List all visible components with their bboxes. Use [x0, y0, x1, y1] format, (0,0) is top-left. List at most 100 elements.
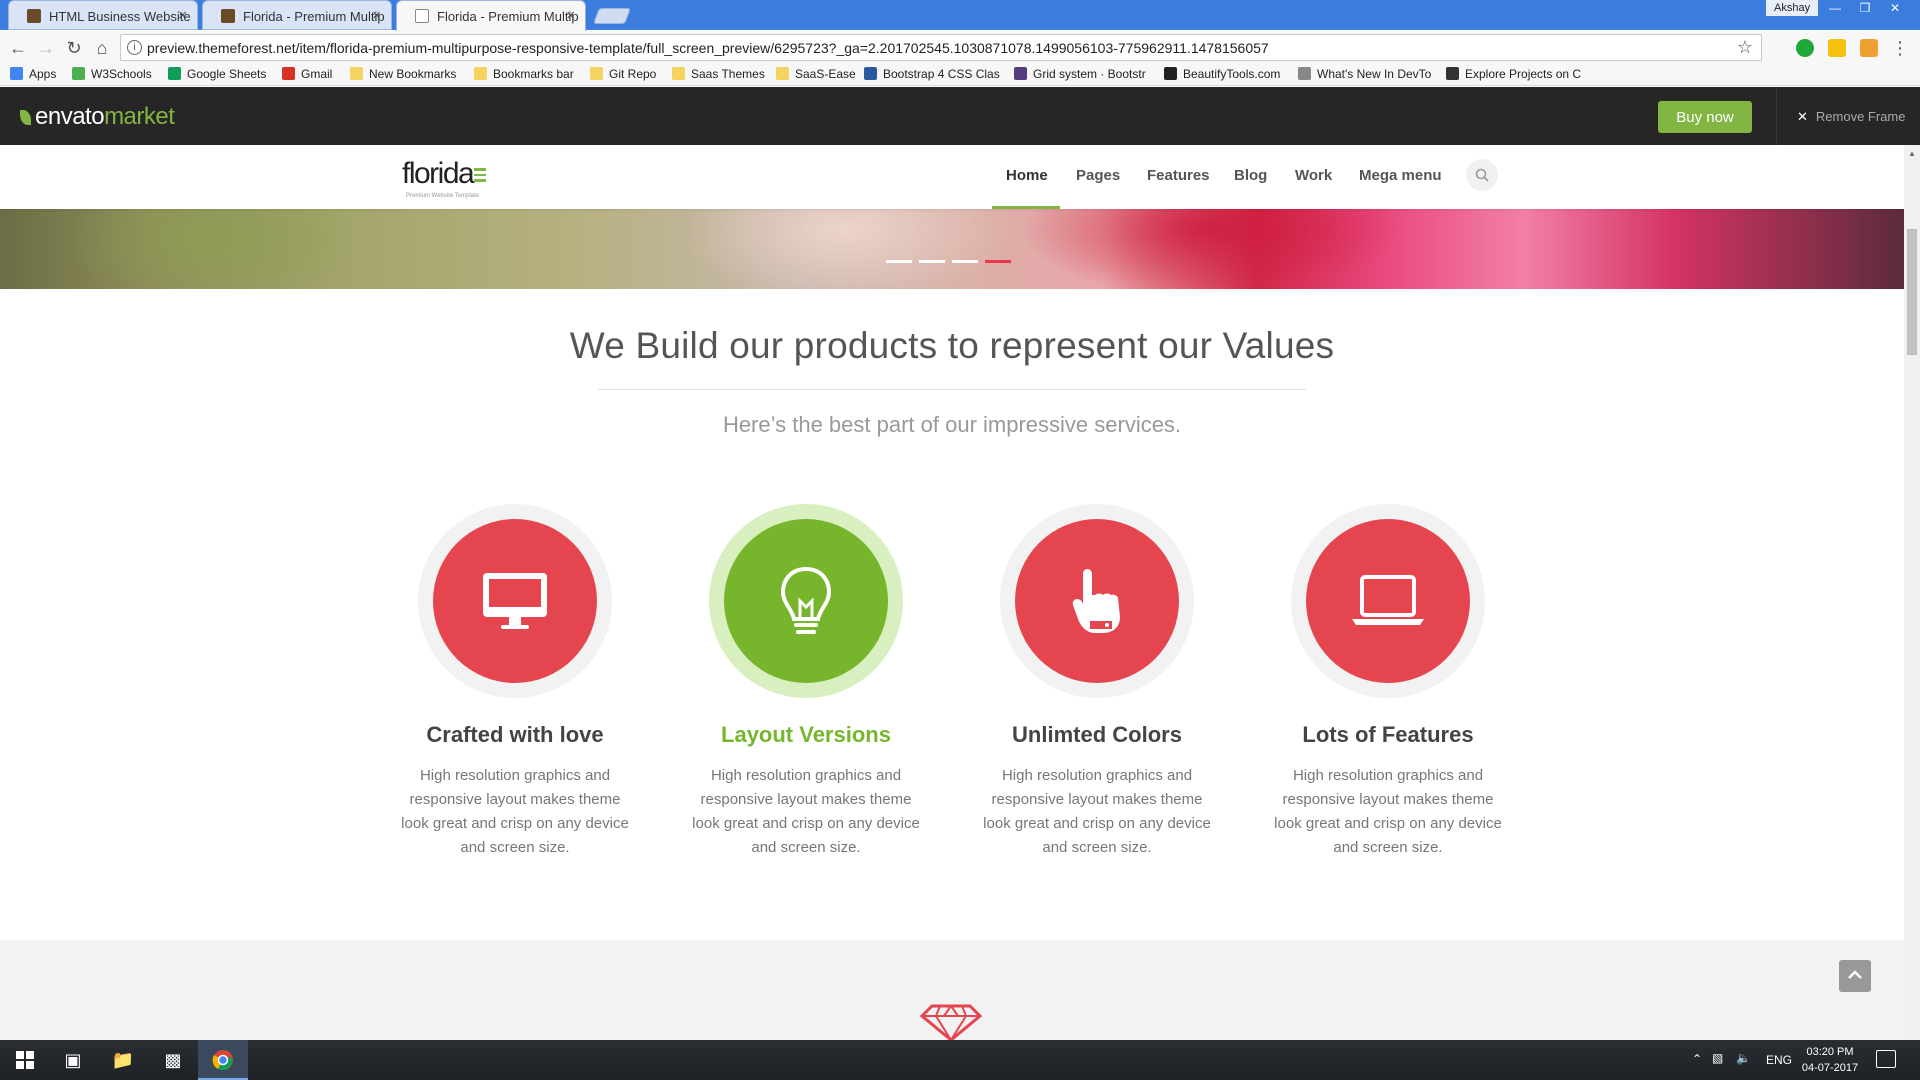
tab-close-icon[interactable]: × — [372, 7, 381, 24]
bookmark-git-repo[interactable]: Git Repo — [590, 67, 656, 81]
terminal-icon[interactable]: ▩ — [148, 1040, 198, 1080]
feature-icon-circle[interactable] — [1015, 519, 1179, 683]
file-explorer-icon[interactable]: 📁 — [98, 1040, 148, 1080]
new-tab-button[interactable] — [593, 8, 631, 24]
bookmarks-bar: Apps W3Schools Google Sheets Gmail New B… — [0, 64, 1920, 86]
bookmark-devtools[interactable]: What's New In DevTo — [1298, 67, 1431, 81]
devtools-icon — [1298, 67, 1311, 80]
language-indicator[interactable]: ENG — [1766, 1053, 1792, 1067]
window-close-icon[interactable]: ✕ — [1880, 0, 1910, 16]
bookmark-saas-ease[interactable]: SaaS-Ease — [776, 67, 856, 81]
feature-icon-circle[interactable] — [724, 519, 888, 683]
laptop-icon — [1352, 575, 1424, 625]
hero-image-blur — [680, 209, 1010, 289]
bookmark-label: Gmail — [301, 67, 333, 81]
tab-close-icon[interactable]: × — [178, 7, 187, 24]
chrome-taskbar-icon[interactable] — [198, 1040, 248, 1080]
bookmark-star-icon[interactable]: ☆ — [1737, 37, 1753, 58]
folder-icon — [590, 67, 603, 80]
notification-center-icon[interactable] — [1876, 1050, 1896, 1068]
folder-icon — [350, 67, 363, 80]
bookmark-beautifytools[interactable]: BeautifyTools.com — [1164, 67, 1280, 81]
tab-close-icon[interactable]: × — [566, 7, 575, 24]
bookmark-apps[interactable]: Apps — [10, 67, 56, 81]
tab-label: HTML Business Website — [49, 9, 191, 24]
tray-expand-icon[interactable]: ⌃ — [1692, 1052, 1702, 1066]
page-viewport: florida Premium Website Template Home Pa… — [0, 145, 1904, 1040]
bookmark-codepen[interactable]: Explore Projects on C — [1446, 67, 1581, 81]
slider-dot-active[interactable] — [985, 260, 1011, 263]
feature-icon-circle[interactable] — [1306, 519, 1470, 683]
reload-icon[interactable]: ↻ — [62, 36, 86, 60]
feature-icon-circle[interactable] — [433, 519, 597, 683]
bookmark-w3schools[interactable]: W3Schools — [72, 67, 152, 81]
bookmark-saas-themes[interactable]: Saas Themes — [672, 67, 765, 81]
search-button[interactable] — [1466, 159, 1498, 191]
bookmark-label: BeautifyTools.com — [1183, 67, 1281, 81]
hero-slider[interactable] — [0, 209, 1904, 289]
task-view-icon[interactable]: ▣ — [48, 1040, 98, 1080]
slider-dot[interactable] — [919, 260, 945, 263]
restore-icon[interactable]: ❐ — [1850, 0, 1880, 16]
feature-text: High resolution graphics and responsive … — [692, 767, 920, 856]
minimize-icon[interactable]: — — [1820, 0, 1850, 16]
extension-hammer-icon[interactable] — [1860, 39, 1878, 57]
bookmark-label: Saas Themes — [691, 67, 765, 81]
taskbar-clock[interactable]: 03:20 PM 04-07-2017 — [1800, 1044, 1860, 1076]
bookmark-label: Bootstrap 4 CSS Clas — [883, 67, 1000, 81]
codepen-icon — [1446, 67, 1459, 80]
nav-pages[interactable]: Pages — [1076, 167, 1120, 184]
extension-star-icon[interactable] — [1828, 39, 1846, 57]
remove-frame-button[interactable]: ✕ Remove Frame — [1776, 87, 1905, 145]
envato-preview-bar: envatomarket Buy now ✕ Remove Frame — [0, 87, 1920, 145]
bookmark-gmail[interactable]: Gmail — [282, 67, 332, 81]
nav-mega-menu[interactable]: Mega menu — [1359, 167, 1442, 184]
nav-home[interactable]: Home — [1006, 167, 1048, 184]
gmail-icon — [282, 67, 295, 80]
profile-button[interactable]: Akshay — [1766, 0, 1819, 16]
hero-image-blur — [1020, 209, 1400, 289]
envato-logo[interactable]: envatomarket — [20, 103, 175, 131]
folder-icon — [474, 67, 487, 80]
search-icon — [1475, 168, 1489, 182]
page-scrollbar[interactable]: ▲ — [1904, 145, 1920, 1040]
windows-start-icon[interactable] — [0, 1040, 50, 1080]
bookmark-bootstrap-4[interactable]: Bootstrap 4 CSS Clas — [864, 67, 1000, 81]
back-icon[interactable]: ← — [6, 36, 30, 60]
feature-title: Layout Versions — [721, 722, 891, 747]
home-icon[interactable]: ⌂ — [90, 36, 114, 60]
site-info-icon[interactable]: i — [127, 40, 142, 55]
url-input[interactable]: i preview.themeforest.net/item/florida-p… — [120, 34, 1762, 61]
nav-work[interactable]: Work — [1295, 167, 1332, 184]
extension-green-icon[interactable] — [1796, 39, 1814, 57]
nav-features[interactable]: Features — [1147, 167, 1210, 184]
remove-frame-label: Remove Frame — [1815, 109, 1906, 124]
bookmark-new-bookmarks[interactable]: New Bookmarks — [350, 67, 456, 81]
slider-dot[interactable] — [886, 260, 912, 263]
network-icon[interactable]: ▧ — [1712, 1051, 1723, 1065]
envato-logo-text: envato — [35, 103, 105, 130]
nav-active-underline — [992, 206, 1060, 209]
tab-florida-active[interactable]: Florida - Premium Multip × — [396, 0, 586, 31]
scroll-up-arrow-icon[interactable]: ▲ — [1908, 149, 1916, 158]
tab-html-business[interactable]: HTML Business Website × — [8, 0, 198, 30]
bookmark-bookmarks-bar[interactable]: Bookmarks bar — [474, 67, 574, 81]
scrollbar-thumb[interactable] — [1907, 229, 1917, 355]
feature-text: High resolution graphics and responsive … — [983, 767, 1211, 856]
address-bar: ← → ↻ ⌂ i preview.themeforest.net/item/f… — [0, 31, 1920, 64]
bookmark-grid-system[interactable]: Grid system · Bootstr — [1014, 67, 1146, 81]
tab-favicon — [221, 9, 235, 23]
next-section — [0, 940, 1904, 1040]
scroll-to-top-button[interactable] — [1839, 960, 1871, 992]
url-text: preview.themeforest.net/item/florida-pre… — [147, 40, 1269, 56]
nav-blog[interactable]: Blog — [1234, 167, 1267, 184]
tab-florida-1[interactable]: Florida - Premium Multip × — [202, 0, 392, 30]
tab-label: Florida - Premium Multip — [437, 9, 579, 24]
site-logo[interactable]: florida Premium Website Template — [402, 157, 487, 199]
forward-icon[interactable]: → — [34, 36, 58, 60]
volume-muted-icon[interactable]: 🔈 — [1736, 1051, 1751, 1065]
bookmark-google-sheets[interactable]: Google Sheets — [168, 67, 266, 81]
slider-dot[interactable] — [952, 260, 978, 263]
buy-now-button[interactable]: Buy now — [1658, 101, 1752, 133]
chrome-menu-icon[interactable]: ⋮ — [1888, 36, 1912, 60]
